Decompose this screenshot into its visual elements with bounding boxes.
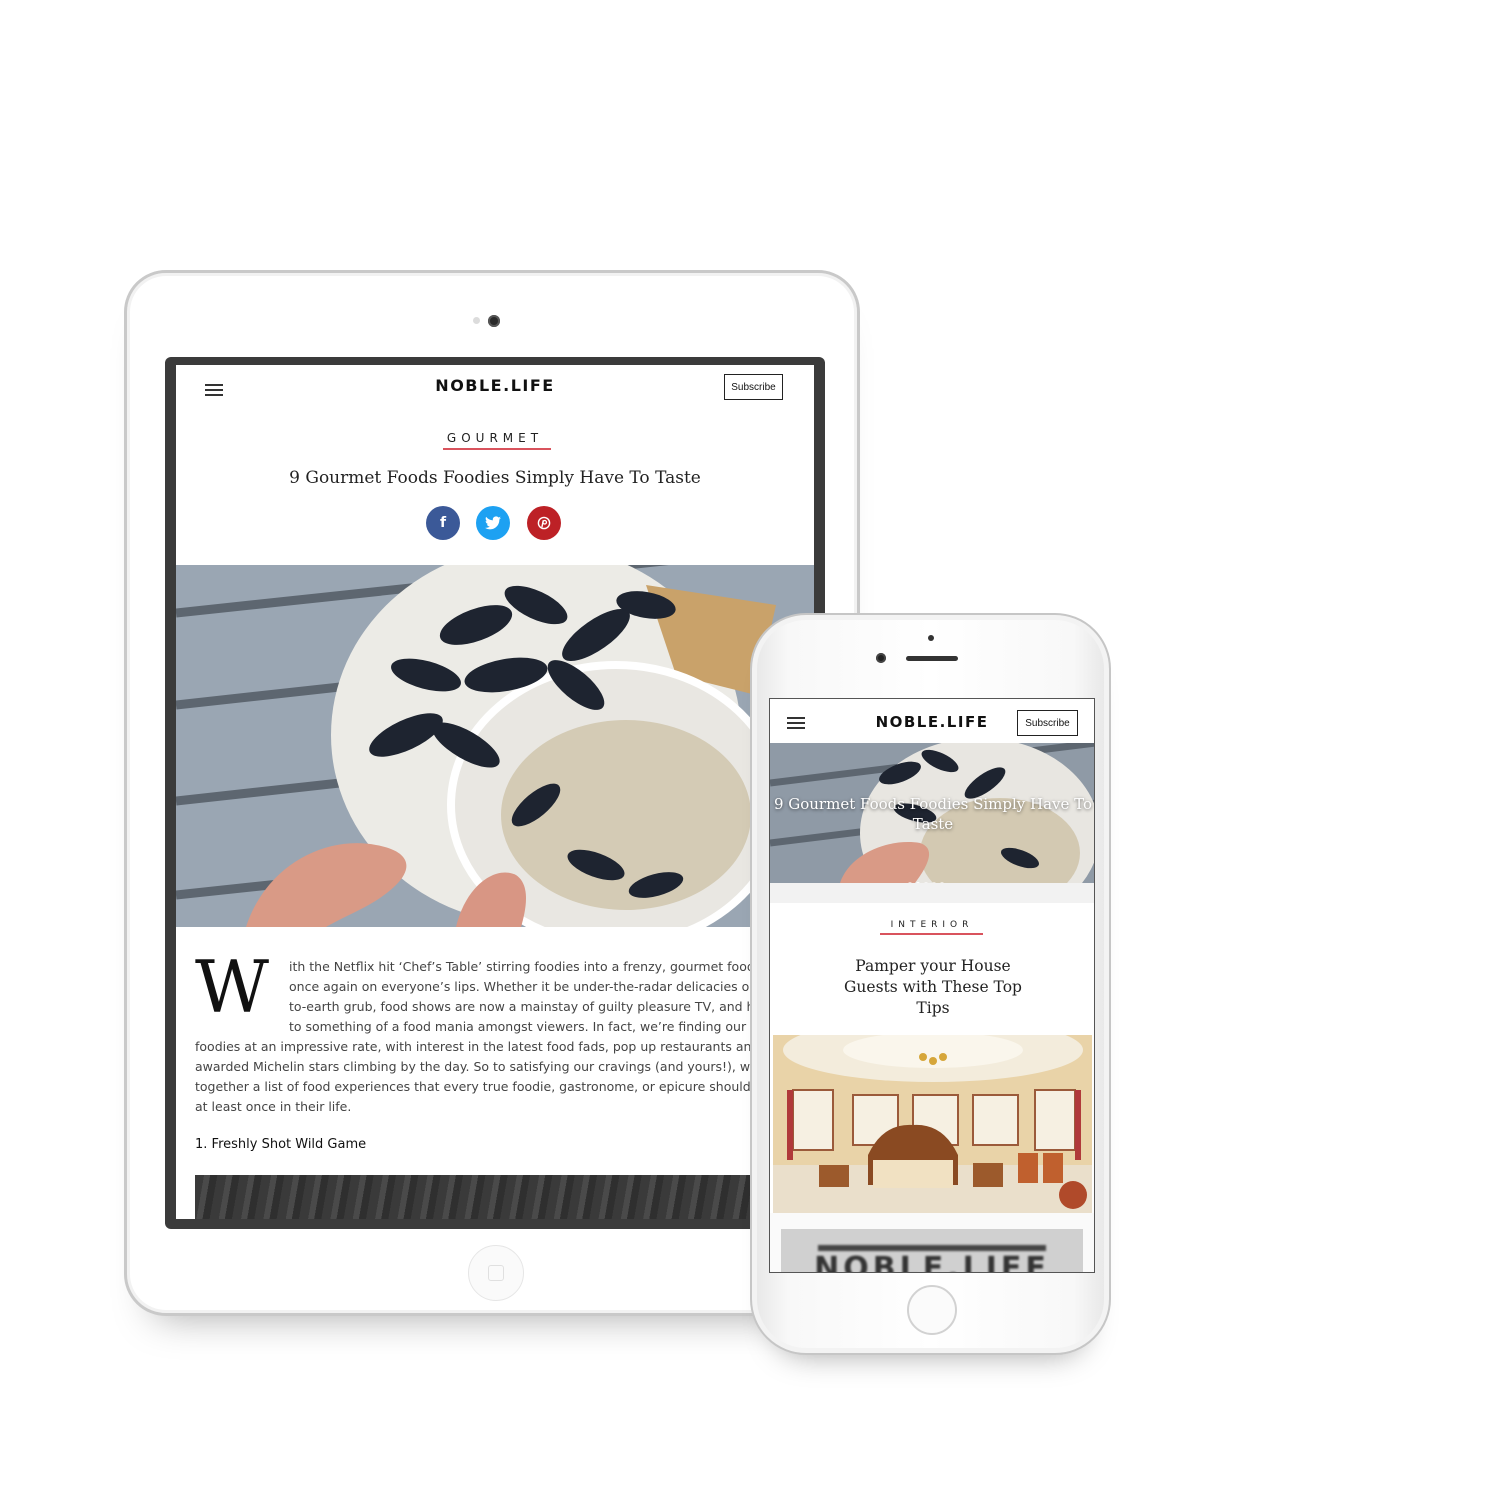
category-underline [443,448,551,450]
article-paragraph: ith the Netflix hit ‘Chef’s Table’ stirr… [195,957,814,1117]
body-line: together a list of food experiences that… [195,1079,763,1094]
phone-home-button[interactable] [907,1285,957,1335]
section-heading: 1. Freshly Shot Wild Game [195,1137,367,1152]
tablet-screen: NOBLE.LIFE Subscribe GOURMET 9 Gourmet F… [165,357,825,1229]
body-line: at least once in their life. [195,1099,352,1114]
body-line: ith the Netflix hit ‘Chef’s Table’ stirr… [289,959,762,974]
body-line: once again on everyone’s lips. Whether i… [289,979,755,994]
section-divider [770,883,1094,903]
phone-speaker [906,656,958,661]
phone-screen: NOBLE.LIFE Subscribe 9 Gourmet Foods Foo… [769,698,1095,1273]
body-line: awarded Michelin stars climbing by the d… [195,1059,762,1074]
tablet-home-button[interactable] [468,1245,524,1301]
article-title: 9 Gourmet Foods Foodies Simply Have To T… [289,468,701,488]
subscribe-button[interactable]: Subscribe [1017,710,1078,736]
site-logo[interactable]: NOBLE.LIFE [176,376,814,395]
drop-cap: W [195,945,270,1029]
category-label[interactable]: INTERIOR [770,920,1094,930]
card-logo: NOBLE.LIFE [814,1251,1050,1273]
body-line: to-earth grub, food shows are now a main… [289,999,763,1014]
tablet-page: NOBLE.LIFE Subscribe GOURMET 9 Gourmet F… [176,365,814,1219]
subscribe-button[interactable]: Subscribe [724,374,783,400]
facebook-icon: f [439,515,447,531]
phone-sensor [928,635,934,641]
pinterest-icon [537,516,551,530]
featured-title[interactable]: 9 Gourmet Foods Foodies Simply Have To T… [770,794,1094,834]
article-image[interactable] [773,1035,1092,1213]
tablet-header: NOBLE.LIFE Subscribe [176,365,814,425]
facebook-share-button[interactable]: f [426,506,460,540]
tablet-camera [488,315,500,327]
twitter-share-button[interactable] [476,506,510,540]
section-image [195,1175,814,1219]
featured-carousel[interactable]: 9 Gourmet Foods Foodies Simply Have To T… [770,743,1094,883]
pinterest-share-button[interactable] [527,506,561,540]
category-underline [880,933,983,935]
article-body: W ith the Netflix hit ‘Chef’s Table’ sti… [195,951,814,1117]
body-line: foodies at an impressive rate, with inte… [195,1039,760,1054]
tablet-sensor [473,317,480,324]
phone-device: NOBLE.LIFE Subscribe 9 Gourmet Foods Foo… [750,613,1111,1355]
article-hero-image [176,565,814,927]
category-label[interactable]: GOURMET [176,431,814,445]
body-line: to something of a food mania amongst vie… [289,1019,762,1034]
phone-camera [876,653,886,663]
carousel-dots[interactable] [908,873,948,883]
phone-header: NOBLE.LIFE Subscribe [770,699,1094,743]
article-title[interactable]: Pamper your House Guests with These Top … [830,956,1036,1019]
twitter-icon [485,516,501,530]
newsletter-card[interactable]: NOBLE.LIFE [781,1229,1083,1273]
